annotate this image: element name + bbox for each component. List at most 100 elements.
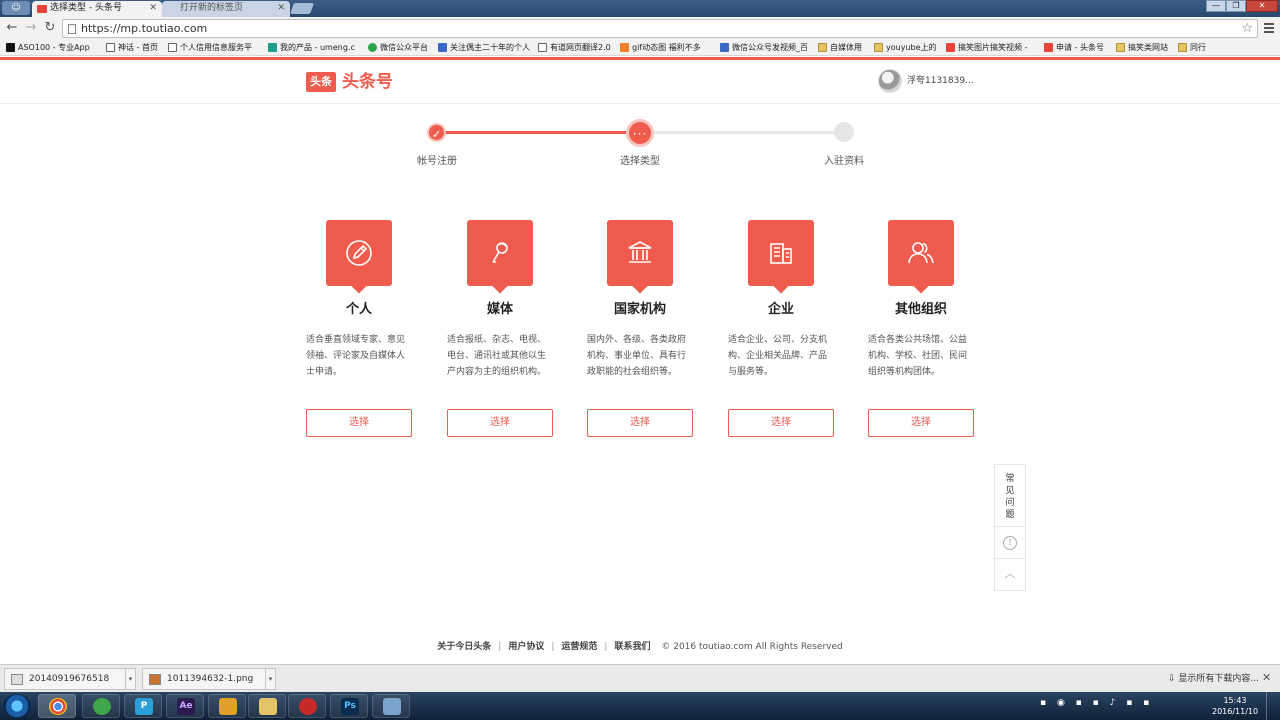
card-description: 适合报纸、杂志、电视、电台、通讯社或其他以生产内容为主的组织机构。 — [447, 335, 547, 377]
card-title: 媒体 — [486, 302, 513, 317]
bookmark-folder[interactable]: youyube上的 — [874, 41, 940, 54]
bookmark-item[interactable]: 个人信用信息服务平 — [168, 41, 260, 54]
browser-toolbar: ← → ↻ https://mp.toutiao.com ☆ — [0, 17, 1280, 39]
tab-inactive[interactable]: 打开新的标签页 ✕ — [162, 1, 290, 17]
start-button[interactable] — [3, 694, 31, 718]
download-item[interactable]: 20140919676518​17.jpg ▾ — [4, 668, 136, 704]
select-enterprise-button[interactable]: 选择 — [728, 409, 834, 437]
taskbar-app-red[interactable] — [288, 694, 326, 718]
type-card-enterprise: 企业 适合企业、公司、分支机构、企业相关品牌、产品与服务等。 选择 — [728, 220, 834, 440]
taskbar-picpick[interactable]: P — [124, 694, 162, 718]
download-item[interactable]: 1011394632-1.png ▾ — [142, 668, 276, 690]
taskbar-app-window[interactable] — [372, 694, 410, 718]
bookmark-item[interactable]: 关注偶主二十年的个人 — [438, 41, 530, 54]
bookmark-item[interactable]: 搞笑图片搞笑视频 - — [946, 41, 1038, 54]
clock[interactable]: 15:43 2016/11/10 — [1212, 695, 1258, 717]
step-label-choose-type: 选择类型 — [620, 156, 660, 167]
image-file-icon — [11, 674, 23, 685]
select-media-button[interactable]: 选择 — [447, 409, 553, 437]
image-file-icon — [149, 674, 161, 685]
bookmark-item[interactable]: ASO100 - 专业App — [6, 41, 96, 54]
user-icon[interactable]: ☺ — [2, 1, 30, 15]
browser-menu-icon[interactable] — [1262, 21, 1276, 35]
username[interactable]: 浮夸1131839... — [907, 74, 974, 88]
taskbar-explorer[interactable] — [248, 694, 286, 718]
microphone-icon — [467, 220, 533, 286]
type-card-government: 国家机构 国内外、各级、各类政府机构、事业单位、具有行政职能的社会组织等。 选择 — [587, 220, 693, 440]
browser-tab-strip: ☺ 选择类型 - 头条号 ✕ 打开新的标签页 ✕ — ❐ ✕ — [0, 0, 1280, 17]
group-icon — [888, 220, 954, 286]
toutiao-favicon-icon — [37, 5, 47, 13]
close-tab-icon[interactable]: ✕ — [149, 1, 157, 16]
bookmark-item[interactable]: gif动态图 福利不多 — [620, 41, 712, 54]
copyright: © 2016 toutiao.com All Rights Reserved — [661, 642, 843, 652]
bookmarks-bar: ASO100 - 专业App 神话 - 首页 个人信用信息服务平 我的产品 - … — [0, 39, 1280, 56]
bookmark-item[interactable]: 有道网页翻译2.0 — [538, 41, 614, 54]
select-government-button[interactable]: 选择 — [587, 409, 693, 437]
back-to-top-chevron-up-icon[interactable]: ︿ — [995, 559, 1025, 590]
chevron-down-icon[interactable]: ▾ — [265, 669, 275, 689]
progress-line-todo — [640, 131, 844, 134]
bookmark-folder[interactable]: 同行 — [1178, 41, 1218, 54]
bookmark-item[interactable]: 申请 - 头条号 — [1044, 41, 1110, 54]
tab-active[interactable]: 选择类型 - 头条号 ✕ — [32, 1, 162, 17]
new-tab-button[interactable] — [289, 3, 315, 14]
taskbar-app-tools[interactable] — [208, 694, 246, 718]
taskbar-after-effects[interactable]: Ae — [166, 694, 204, 718]
faq-button[interactable]: 常 见 问 题 — [995, 465, 1025, 527]
tab-title: 选择类型 - 头条号 — [50, 3, 122, 13]
footer-link-agreement[interactable]: 用户协议 — [508, 642, 544, 652]
select-personal-button[interactable]: 选择 — [306, 409, 412, 437]
window-close-button[interactable]: ✕ — [1246, 0, 1278, 12]
bookmark-item[interactable]: 神话 - 首页 — [106, 41, 162, 54]
card-title: 企业 — [767, 302, 794, 317]
feedback-button[interactable]: ! — [995, 527, 1025, 559]
chevron-down-icon[interactable]: ▾ — [125, 669, 135, 689]
footer-link-rules[interactable]: 运营规范 — [561, 642, 597, 652]
type-card-other-org: 其他组织 适合各类公共场馆、公益机构、学校、社团、民间组织等机构团体。 选择 — [868, 220, 974, 440]
show-all-downloads-link[interactable]: ⇩ 显示所有下载内容... — [1168, 672, 1259, 686]
bookmark-folder[interactable]: 自媒体用 — [818, 41, 870, 54]
back-arrow-icon[interactable]: ← — [4, 20, 20, 36]
bookmark-folder[interactable]: 搞笑类网站 — [1116, 41, 1174, 54]
close-icon[interactable]: ✕ — [1262, 670, 1271, 686]
pencil-icon — [326, 220, 392, 286]
address-bar[interactable]: https://mp.toutiao.com ☆ — [62, 19, 1258, 38]
step-todo-dot — [834, 122, 854, 142]
logo-badge[interactable]: 头条 — [306, 72, 336, 92]
card-title: 国家机构 — [613, 302, 666, 317]
step-current-dots-icon: ··· — [626, 119, 654, 147]
bookmark-item[interactable]: 微信公众号发视频_百 — [720, 41, 812, 54]
logo-text[interactable]: 头条号 — [342, 72, 393, 92]
site-header: 头条 头条号 浮夸1131839... — [0, 60, 1280, 104]
system-tray[interactable]: ▪ ◉ ▪ ▪ ♪ ▪ ▪ — [1040, 698, 1153, 708]
step-label-register: 帐号注册 — [417, 156, 457, 167]
card-description: 适合各类公共场馆、公益机构、学校、社团、民间组织等机构团体。 — [868, 335, 968, 377]
close-tab-icon[interactable]: ✕ — [277, 1, 285, 16]
registration-steps: ✓ ··· 帐号注册 选择类型 入驻资料 — [0, 118, 1280, 178]
url-text[interactable]: https://mp.toutiao.com — [81, 21, 207, 36]
footer-link-contact[interactable]: 联系我们 — [614, 642, 650, 652]
show-desktop-button[interactable] — [1266, 692, 1280, 720]
taskbar-photoshop[interactable]: Ps — [330, 694, 368, 718]
bookmark-item[interactable]: 微信公众平台 — [368, 41, 432, 54]
reload-icon[interactable]: ↻ — [42, 20, 58, 36]
card-description: 适合企业、公司、分支机构、企业相关品牌、产品与服务等。 — [728, 335, 828, 377]
taskbar-chrome[interactable] — [38, 694, 76, 718]
progress-line-done — [437, 131, 640, 134]
step-done-check-icon: ✓ — [427, 123, 446, 142]
avatar[interactable] — [878, 69, 902, 93]
page-icon — [68, 24, 76, 34]
minimize-button[interactable]: — — [1206, 0, 1226, 12]
bookmark-star-icon[interactable]: ☆ — [1241, 20, 1253, 37]
alert-icon: ! — [1003, 536, 1017, 550]
maximize-button[interactable]: ❐ — [1226, 0, 1246, 12]
step-label-profile: 入驻资料 — [824, 156, 864, 167]
card-title: 其他组织 — [894, 302, 947, 317]
taskbar-app-green[interactable] — [82, 694, 120, 718]
forward-arrow-icon[interactable]: → — [23, 20, 39, 36]
type-card-personal: 个人 适合垂直领域专家、意见领袖、评论家及自媒体人士申请。 选择 — [306, 220, 412, 440]
footer-link-about[interactable]: 关于今日头条 — [437, 642, 491, 652]
bookmark-item[interactable]: 我的产品 - umeng.c — [268, 41, 360, 54]
select-other-org-button[interactable]: 选择 — [868, 409, 974, 437]
